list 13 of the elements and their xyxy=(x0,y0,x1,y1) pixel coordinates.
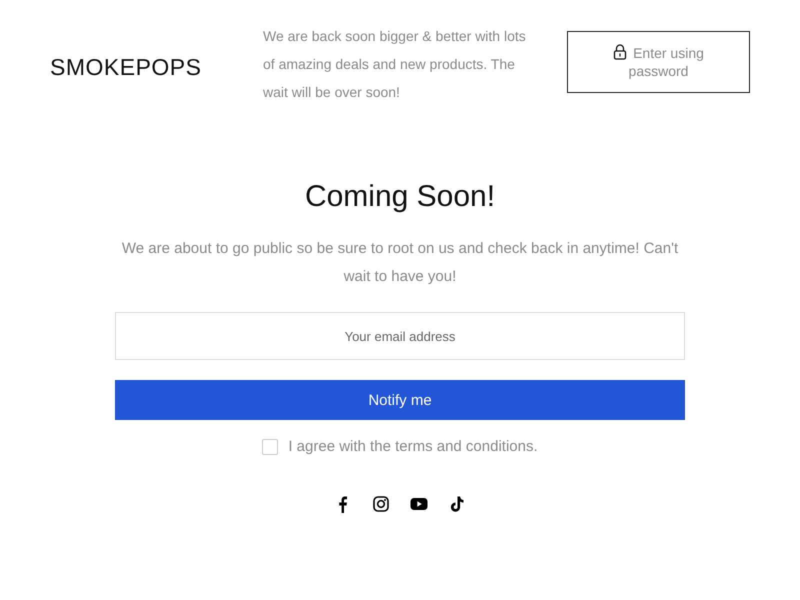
instagram-icon[interactable] xyxy=(372,495,390,513)
announcement-text: We are back soon bigger & better with lots of amazing deals and new products. The wait will be over soon! xyxy=(263,27,527,102)
page-heading: Coming Soon! xyxy=(304,179,496,215)
email-field[interactable]: Your email address xyxy=(115,312,685,360)
tiktok-icon[interactable] xyxy=(448,495,466,513)
description-text: We are about to go public so be sure to root on us and check back in anytime! Can't wait to have you! xyxy=(120,239,680,287)
site-logo[interactable]: SMOKEPOPS xyxy=(50,54,263,80)
terms-checkbox[interactable] xyxy=(262,438,278,454)
password-button[interactable]: Enter using password xyxy=(567,31,750,93)
youtube-icon[interactable] xyxy=(410,495,428,513)
notify-button[interactable]: Notify me xyxy=(115,380,685,420)
lock-icon xyxy=(613,44,628,60)
terms-label: I agree with the terms and conditions. xyxy=(288,438,538,455)
